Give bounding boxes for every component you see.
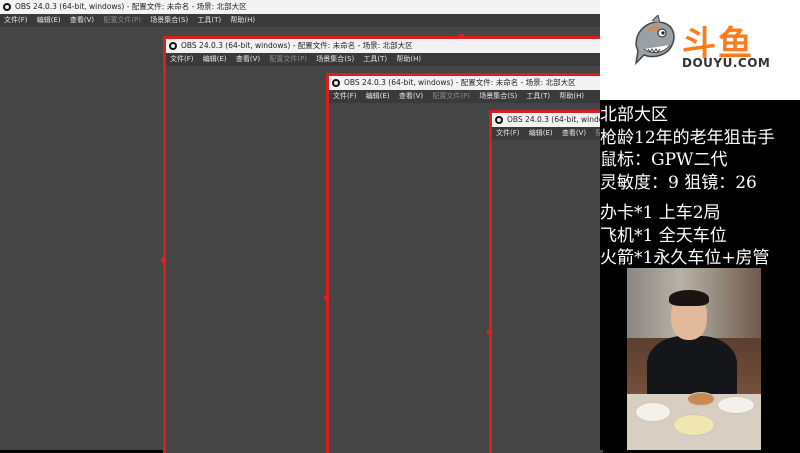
douyu-domain: DOUYU.COM [682, 56, 771, 70]
info-line-mouse: 鼠标：GPW二代 [600, 150, 728, 170]
resize-handle[interactable] [459, 34, 464, 39]
obs-title-bar: OBS 24.0.3 (64-bit, windows) - 配置文件: 未命名… [0, 0, 600, 14]
menu-tools[interactable]: 工具(T) [363, 55, 387, 63]
obs-menu-bar: 文件(F) 编辑(E) 查看(V) 配置文件(P) 场景集合(S) 工具(T) … [329, 90, 603, 103]
obs-logo-icon [495, 116, 503, 124]
menu-edit[interactable]: 编辑(E) [529, 129, 553, 137]
obs-menu-bar: 文件(F) 编辑(E) 查看(V) 配置文件(P) [492, 127, 603, 140]
menu-help[interactable]: 帮助(H) [559, 92, 584, 100]
menu-view[interactable]: 查看(V) [236, 55, 260, 63]
resize-handle[interactable] [161, 258, 166, 263]
info-line-experience: 枪龄12年的老年狙击手 [600, 127, 775, 148]
menu-profile[interactable]: 配置文件(P) [269, 55, 307, 63]
resize-handle[interactable] [324, 295, 329, 300]
obs-logo-icon [3, 3, 11, 11]
menu-scene-collection[interactable]: 场景集合(S) [150, 16, 188, 24]
obs-logo-icon [169, 42, 177, 50]
obs-menu-bar: 文件(F) 编辑(E) 查看(V) 配置文件(P) 场景集合(S) 工具(T) … [0, 14, 600, 27]
menu-file[interactable]: 文件(F) [333, 92, 357, 100]
info-line-gift-rocket: 火箭*1永久车位+房管 [600, 248, 770, 268]
streamer-info: 北部大区 枪龄12年的老年狙击手 鼠标：GPW二代 灵敏度：9 狙镜：26 办卡… [600, 104, 800, 270]
obs-window-title: OBS 24.0.3 (64-bit, windows) - 配置文件: 未命名… [344, 78, 576, 87]
menu-scene-collection[interactable]: 场景集合(S) [479, 92, 517, 100]
menu-file[interactable]: 文件(F) [496, 129, 520, 137]
obs-window-title: OBS 24.0.3 (64-bit, windows) - 配置文件: 未命名… [507, 115, 603, 124]
menu-help[interactable]: 帮助(H) [230, 16, 255, 24]
menu-edit[interactable]: 编辑(E) [203, 55, 227, 63]
menu-tools[interactable]: 工具(T) [526, 92, 550, 100]
menu-scene-collection[interactable]: 场景集合(S) [316, 55, 354, 63]
obs-title-bar: OBS 24.0.3 (64-bit, windows) - 配置文件: 未命名… [166, 39, 603, 53]
stream-overlay-panel: 斗鱼 DOUYU.COM 北部大区 枪龄12年的老年狙击手 鼠标：GPW二代 灵… [600, 0, 800, 450]
menu-edit[interactable]: 编辑(E) [366, 92, 390, 100]
douyu-logo: 斗鱼 DOUYU.COM [600, 0, 800, 100]
menu-profile[interactable]: 配置文件(P) [432, 92, 470, 100]
menu-view[interactable]: 查看(V) [70, 16, 94, 24]
menu-tools[interactable]: 工具(T) [197, 16, 221, 24]
menu-edit[interactable]: 编辑(E) [37, 16, 61, 24]
obs-window-4: OBS 24.0.3 (64-bit, windows) - 配置文件: 未命名… [489, 110, 603, 453]
obs-logo-icon [332, 79, 340, 87]
obs-preview-canvas [492, 140, 603, 453]
info-line-region: 北部大区 [600, 105, 668, 125]
menu-view[interactable]: 查看(V) [399, 92, 423, 100]
obs-menu-bar: 文件(F) 编辑(E) 查看(V) 配置文件(P) 场景集合(S) 工具(T) … [166, 53, 603, 66]
info-line-gift-card: 办卡*1 上车2局 [600, 203, 721, 223]
obs-window-title: OBS 24.0.3 (64-bit, windows) - 配置文件: 未命名… [181, 41, 413, 50]
menu-view[interactable]: 查看(V) [562, 129, 586, 137]
menu-file[interactable]: 文件(F) [4, 16, 28, 24]
info-line-sensitivity: 灵敏度：9 狙镜：26 [600, 172, 757, 193]
menu-file[interactable]: 文件(F) [170, 55, 194, 63]
menu-profile[interactable]: 配置文件(P) [103, 16, 141, 24]
shark-mascot-icon [634, 15, 675, 65]
obs-title-bar: OBS 24.0.3 (64-bit, windows) - 配置文件: 未命名… [492, 113, 603, 127]
resize-handle[interactable] [487, 330, 492, 335]
menu-help[interactable]: 帮助(H) [396, 55, 421, 63]
info-line-gift-plane: 飞机*1 全天车位 [600, 225, 727, 246]
obs-window-title: OBS 24.0.3 (64-bit, windows) - 配置文件: 未命名… [15, 2, 247, 11]
streamer-photo [627, 268, 761, 450]
obs-title-bar: OBS 24.0.3 (64-bit, windows) - 配置文件: 未命名… [329, 76, 603, 90]
